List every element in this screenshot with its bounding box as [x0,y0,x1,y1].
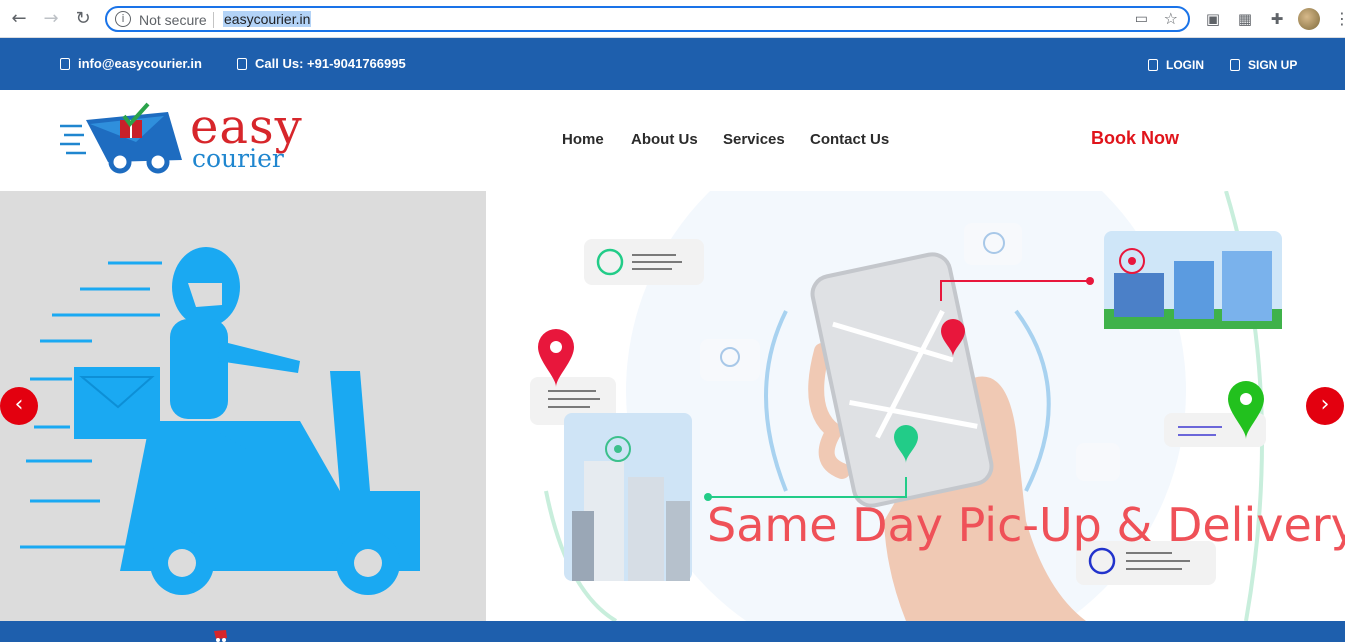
slider-next-button[interactable]: › [1306,387,1344,425]
login-link[interactable]: LOGIN [1148,58,1204,72]
book-now-button[interactable]: Book Now [1091,128,1179,149]
signup-link[interactable]: SIGN UP [1230,58,1297,72]
scooter-rider-illustration [20,247,420,595]
bookmark-star-icon[interactable]: ☆ [1164,9,1178,28]
login-label: LOGIN [1166,58,1204,72]
info-icon[interactable]: i [115,11,131,27]
phone-link[interactable]: Call Us: +91-9041766995 [237,56,406,71]
top-info-bar: info@easycourier.in Call Us: +91-9041766… [0,38,1345,90]
small-logo-icon [214,630,227,642]
extension-icon[interactable]: ▣ [1203,9,1223,29]
avatar[interactable] [1298,8,1320,30]
address-bar[interactable]: i Not secure easycourier.in ▭ ☆ [105,6,1190,32]
nav-about-us[interactable]: About Us [631,131,698,148]
signup-icon [1230,59,1240,71]
logo-word-courier: courier [192,144,284,173]
nav-services[interactable]: Services [723,131,785,148]
hero-caption: Same Day Pic-Up & Delivery [707,498,1345,552]
grid-extension-icon[interactable]: ▦ [1235,9,1255,29]
email-text: info@easycourier.in [78,56,202,71]
browser-toolbar: ← → ↻ i Not secure easycourier.in ▭ ☆ ▣ … [0,0,1345,38]
bottom-bar [0,621,1345,642]
site-header: easy courier Home About Us Services Cont… [0,90,1345,191]
security-label: Not secure [139,12,207,28]
divider [213,12,214,28]
cast-icon[interactable]: ▭ [1135,11,1148,27]
reload-icon[interactable]: ↻ [72,8,94,30]
delivery-truck-logo-icon [60,102,182,174]
forward-icon[interactable]: → [40,8,62,30]
back-icon[interactable]: ← [8,8,30,30]
hero-slider: ‹ › Same Day Pic-Up & Delivery [0,191,1345,621]
slider-prev-button[interactable]: ‹ [0,387,38,425]
nav-contact-us[interactable]: Contact Us [810,131,889,148]
user-icon [1148,59,1158,71]
email-link[interactable]: info@easycourier.in [60,56,202,71]
envelope-icon [60,57,70,70]
scooter-panel [0,191,486,621]
nav-home[interactable]: Home [562,131,604,148]
more-menu-icon[interactable]: ⋮ [1334,9,1345,28]
phone-icon [237,57,247,70]
phone-text: Call Us: +91-9041766995 [255,56,406,71]
site-logo[interactable]: easy courier [58,102,328,177]
puzzle-icon[interactable]: ✚ [1267,9,1287,29]
phone-map-illustration [530,191,1282,621]
signup-label: SIGN UP [1248,58,1298,72]
url-text[interactable]: easycourier.in [223,11,312,27]
